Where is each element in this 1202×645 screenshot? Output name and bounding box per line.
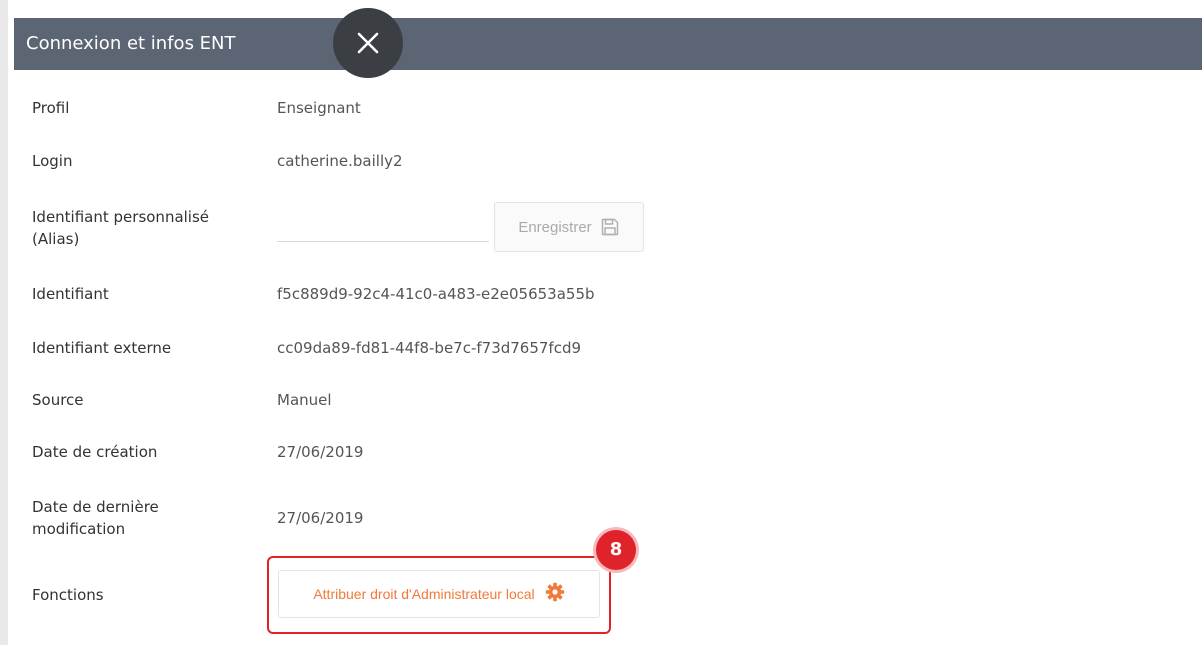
profil-value: Enseignant [277, 99, 361, 117]
login-value: catherine.bailly2 [277, 152, 403, 170]
date-modif-value: 27/06/2019 [277, 509, 364, 527]
date-modif-label-line1: Date de dernière [32, 498, 159, 516]
alias-input[interactable] [277, 205, 489, 242]
profil-label: Profil [32, 99, 70, 117]
top-strip [0, 0, 1202, 8]
source-value: Manuel [277, 391, 332, 409]
step-badge: 8 [596, 530, 636, 570]
source-label: Source [32, 391, 84, 409]
floppy-disk-icon [600, 217, 620, 237]
date-creation-label: Date de création [32, 443, 158, 461]
alias-label: Identifiant personnalisé (Alias) [32, 206, 209, 250]
login-label: Login [32, 152, 73, 170]
identifiant-label: Identifiant [32, 285, 109, 303]
left-border [0, 0, 8, 645]
assign-local-admin-button[interactable]: Attribuer droit d'Administrateur local [278, 570, 600, 618]
identifiant-externe-label: Identifiant externe [32, 339, 172, 357]
panel-title: Connexion et infos ENT [26, 33, 236, 54]
save-alias-button[interactable]: Enregistrer [494, 202, 644, 252]
identifiant-value: f5c889d9-92c4-41c0-a483-e2e05653a55b [277, 285, 595, 303]
fonctions-label: Fonctions [32, 586, 104, 604]
date-creation-value: 27/06/2019 [277, 443, 364, 461]
assign-admin-label: Attribuer droit d'Administrateur local [313, 586, 535, 602]
identifiant-externe-value: cc09da89-fd81-44f8-be7c-f73d7657fcd9 [277, 339, 582, 357]
close-icon [357, 32, 379, 54]
alias-label-line2: (Alias) [32, 230, 80, 248]
close-button[interactable] [333, 8, 403, 78]
alias-label-line1: Identifiant personnalisé [32, 208, 210, 226]
date-modif-label-line2: modification [32, 520, 126, 538]
save-button-label: Enregistrer [518, 218, 592, 236]
date-modif-label: Date de dernière modification [32, 496, 159, 540]
gear-icon [545, 582, 565, 607]
panel-header: Connexion et infos ENT [14, 18, 1202, 70]
